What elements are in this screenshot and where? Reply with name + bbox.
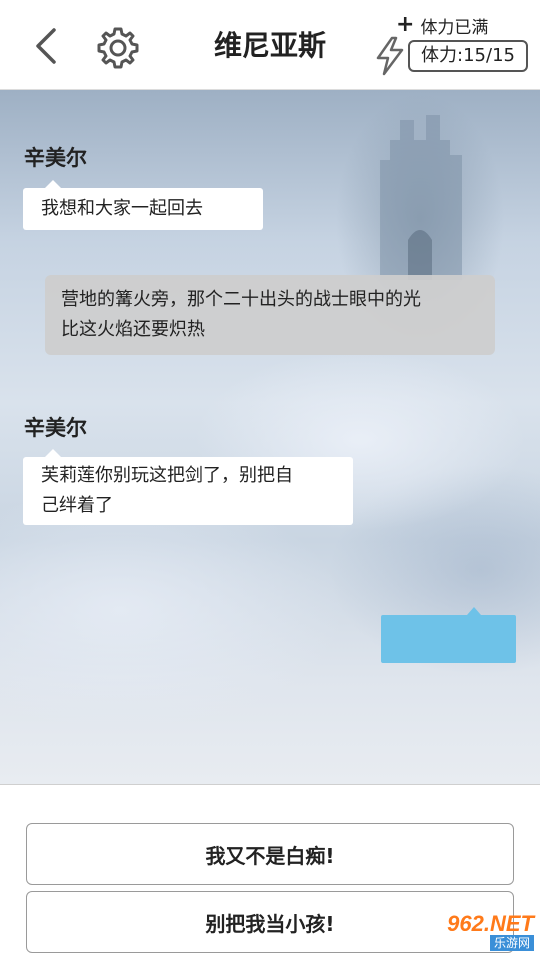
speaker-name: 辛美尔 — [24, 146, 87, 170]
speaker-name: 辛美尔 — [24, 416, 87, 440]
plus-icon: + — [396, 12, 415, 37]
watermark-top-text: 962.NET — [447, 911, 534, 936]
choice-button-1[interactable]: 我又不是白痴! — [26, 823, 514, 885]
chat-bubble-text: 芙莉莲你别玩这把剑了，别把自 — [41, 465, 293, 486]
chat-bubble: 我想和大家一起回去 — [23, 180, 263, 230]
back-icon — [36, 28, 56, 64]
stamina-full-indicator[interactable]: + 体力已满 — [396, 12, 526, 38]
top-bar: 维尼亚斯 + 体力已满 体力:15/15 — [0, 0, 540, 90]
page-title: 维尼亚斯 — [213, 29, 326, 62]
narration-box: 营地的篝火旁，那个二十出头的战士眼中的光 比这火焰还要炽热 — [45, 275, 495, 355]
chat-area[interactable]: 辛美尔 我想和大家一起回去 营地的篝火旁，那个二十出头的战士眼中的光 比这火焰还… — [0, 90, 540, 784]
chat-bubble-text: 己绊着了 — [41, 495, 113, 516]
narration-line: 比这火焰还要炽热 — [61, 319, 205, 340]
castle-background-image — [380, 115, 462, 280]
chat-bubble-text: 我想和大家一起回去 — [41, 198, 203, 219]
stamina-full-label: 体力已满 — [420, 17, 489, 38]
lightning-icon — [376, 36, 404, 76]
settings-button[interactable] — [94, 24, 142, 72]
site-watermark-logo: 962.NET 乐游网 — [400, 910, 534, 954]
player-reply-bubble — [381, 607, 516, 663]
app-screen: 维尼亚斯 + 体力已满 体力:15/15 辛美尔 我想和大家一起回去 营地的篝火… — [0, 0, 540, 960]
narration-line: 营地的篝火旁，那个二十出头的战士眼中的光 — [61, 289, 421, 310]
chat-bubble: 芙莉莲你别玩这把剑了，别把自 己绊着了 — [23, 449, 353, 525]
gear-icon — [97, 27, 139, 69]
stamina-counter: 体力:15/15 — [408, 40, 528, 72]
watermark-bottom-text: 乐游网 — [489, 935, 534, 951]
back-button[interactable] — [26, 24, 66, 68]
